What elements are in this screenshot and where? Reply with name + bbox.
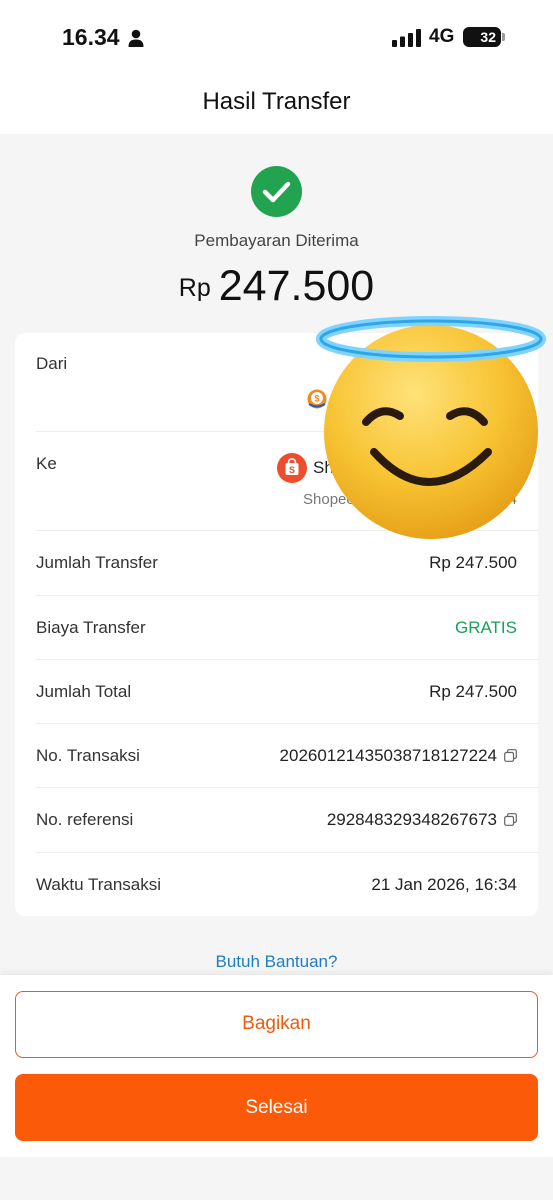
transfer-amount-label: Jumlah Transfer [36, 553, 158, 572]
divider [36, 852, 538, 853]
transfer-fee-value: GRATIS [454, 618, 517, 637]
person-icon [128, 29, 144, 47]
divider [36, 595, 538, 596]
divider [36, 723, 538, 724]
reference-number-label: No. referensi [36, 810, 134, 829]
done-button[interactable]: Selesai [15, 1074, 538, 1141]
amount-currency: Rp [178, 274, 211, 302]
battery-cap [502, 33, 505, 41]
page-title: Hasil Transfer [202, 88, 351, 115]
transaction-number-value: 20260121435038718127224 [279, 746, 497, 765]
page-header: Hasil Transfer [0, 72, 553, 134]
battery-icon: 32 [463, 27, 501, 47]
divider [36, 659, 538, 660]
divider [36, 787, 538, 788]
transfer-fee-label: Biaya Transfer [36, 618, 146, 637]
payment-status: Pembayaran Diterima [194, 231, 359, 250]
total-amount-value: Rp 247.500 [429, 682, 517, 701]
amount-display: Rp 247.500 [0, 262, 553, 311]
from-label: Dari [36, 354, 68, 373]
transaction-number-label: No. Transaksi [36, 746, 140, 765]
status-time: 16.34 [62, 24, 120, 50]
copy-icon[interactable] [504, 813, 517, 826]
transfer-amount-value: Rp 247.500 [429, 553, 517, 572]
transaction-number-row[interactable]: 20260121435038718127224 [280, 746, 517, 766]
svg-text:S: S [289, 465, 295, 475]
shopee-logo-icon: S [277, 453, 307, 483]
bottom-action-panel: Bagikan Selesai [0, 975, 553, 1157]
share-button[interactable]: Bagikan [15, 991, 538, 1058]
transaction-time-value: 21 Jan 2026, 16:34 [371, 875, 517, 894]
signal-icon [392, 29, 421, 47]
transaction-time-label: Waktu Transaksi [36, 875, 162, 894]
transfer-result-screen: 16.34 4G 32 Hasil Transfer Pembayaran Di… [0, 0, 553, 1200]
help-link[interactable]: Butuh Bantuan? [0, 952, 553, 972]
smiling-face-with-halo-emoji [316, 316, 546, 539]
network-type: 4G [429, 26, 455, 47]
reference-number-value: 292848329348267673 [326, 810, 497, 829]
to-label: Ke [36, 454, 57, 473]
amount-value: 247.500 [218, 262, 375, 310]
check-circle-icon [251, 166, 302, 217]
copy-icon[interactable] [504, 749, 517, 762]
total-amount-label: Jumlah Total [36, 682, 132, 701]
reference-number-row[interactable]: 292848329348267673 [327, 810, 517, 830]
status-bar: 16.34 4G 32 [0, 0, 553, 72]
